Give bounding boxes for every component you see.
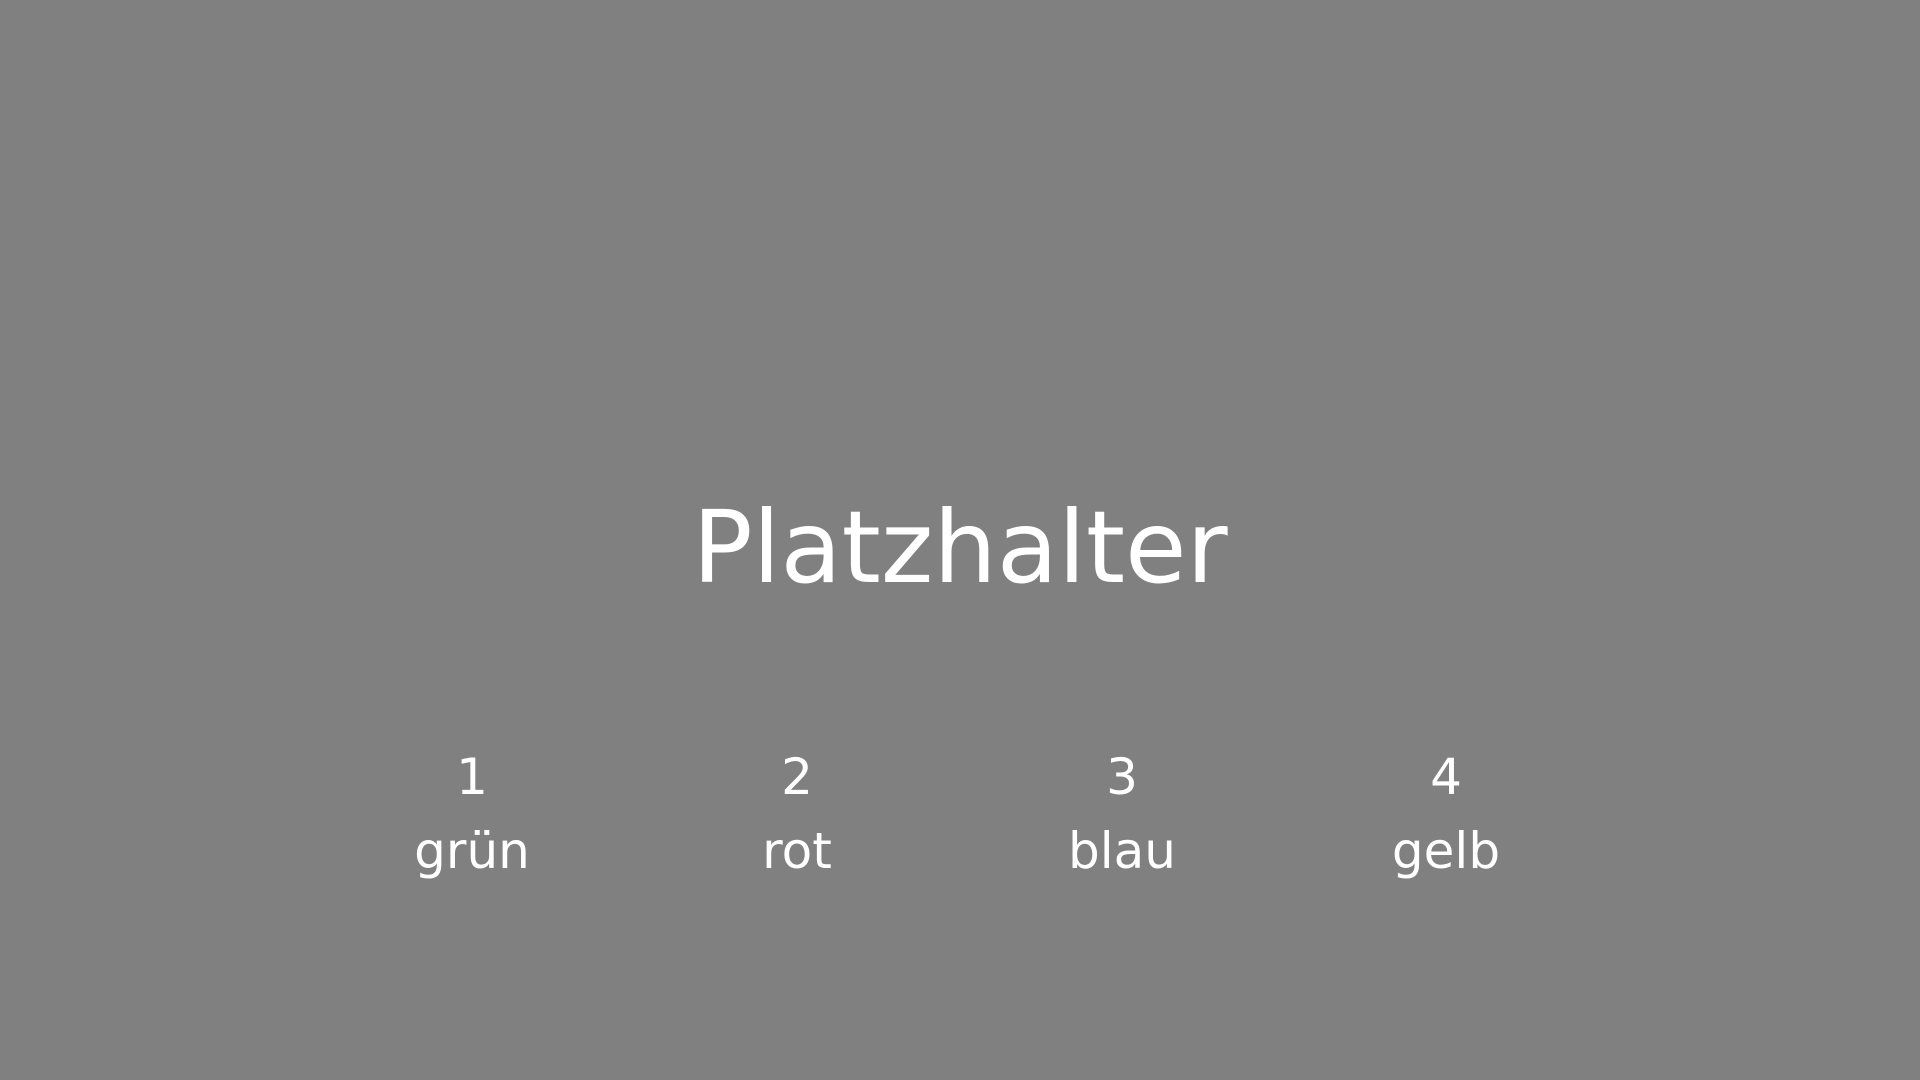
option-number: 2 [781,748,813,806]
option-item-3: 3 blau [1002,740,1242,888]
option-label: gelb [1391,822,1501,880]
option-item-2: 2 rot [677,740,917,888]
option-number: 4 [1430,748,1462,806]
option-item-4: 4 gelb [1326,740,1566,888]
option-label: blau [1068,822,1176,880]
option-list: 1 grün 2 rot 3 blau 4 gelb [0,740,1920,900]
option-item-1: 1 grün [352,740,592,888]
option-number: 3 [1106,748,1138,806]
page-title: Platzhalter [692,489,1228,606]
option-label: rot [762,822,832,880]
option-label: grün [414,822,530,880]
option-number: 1 [456,748,488,806]
placeholder-screen: Platzhalter 1 grün 2 rot 3 blau 4 gelb [0,0,1920,1080]
